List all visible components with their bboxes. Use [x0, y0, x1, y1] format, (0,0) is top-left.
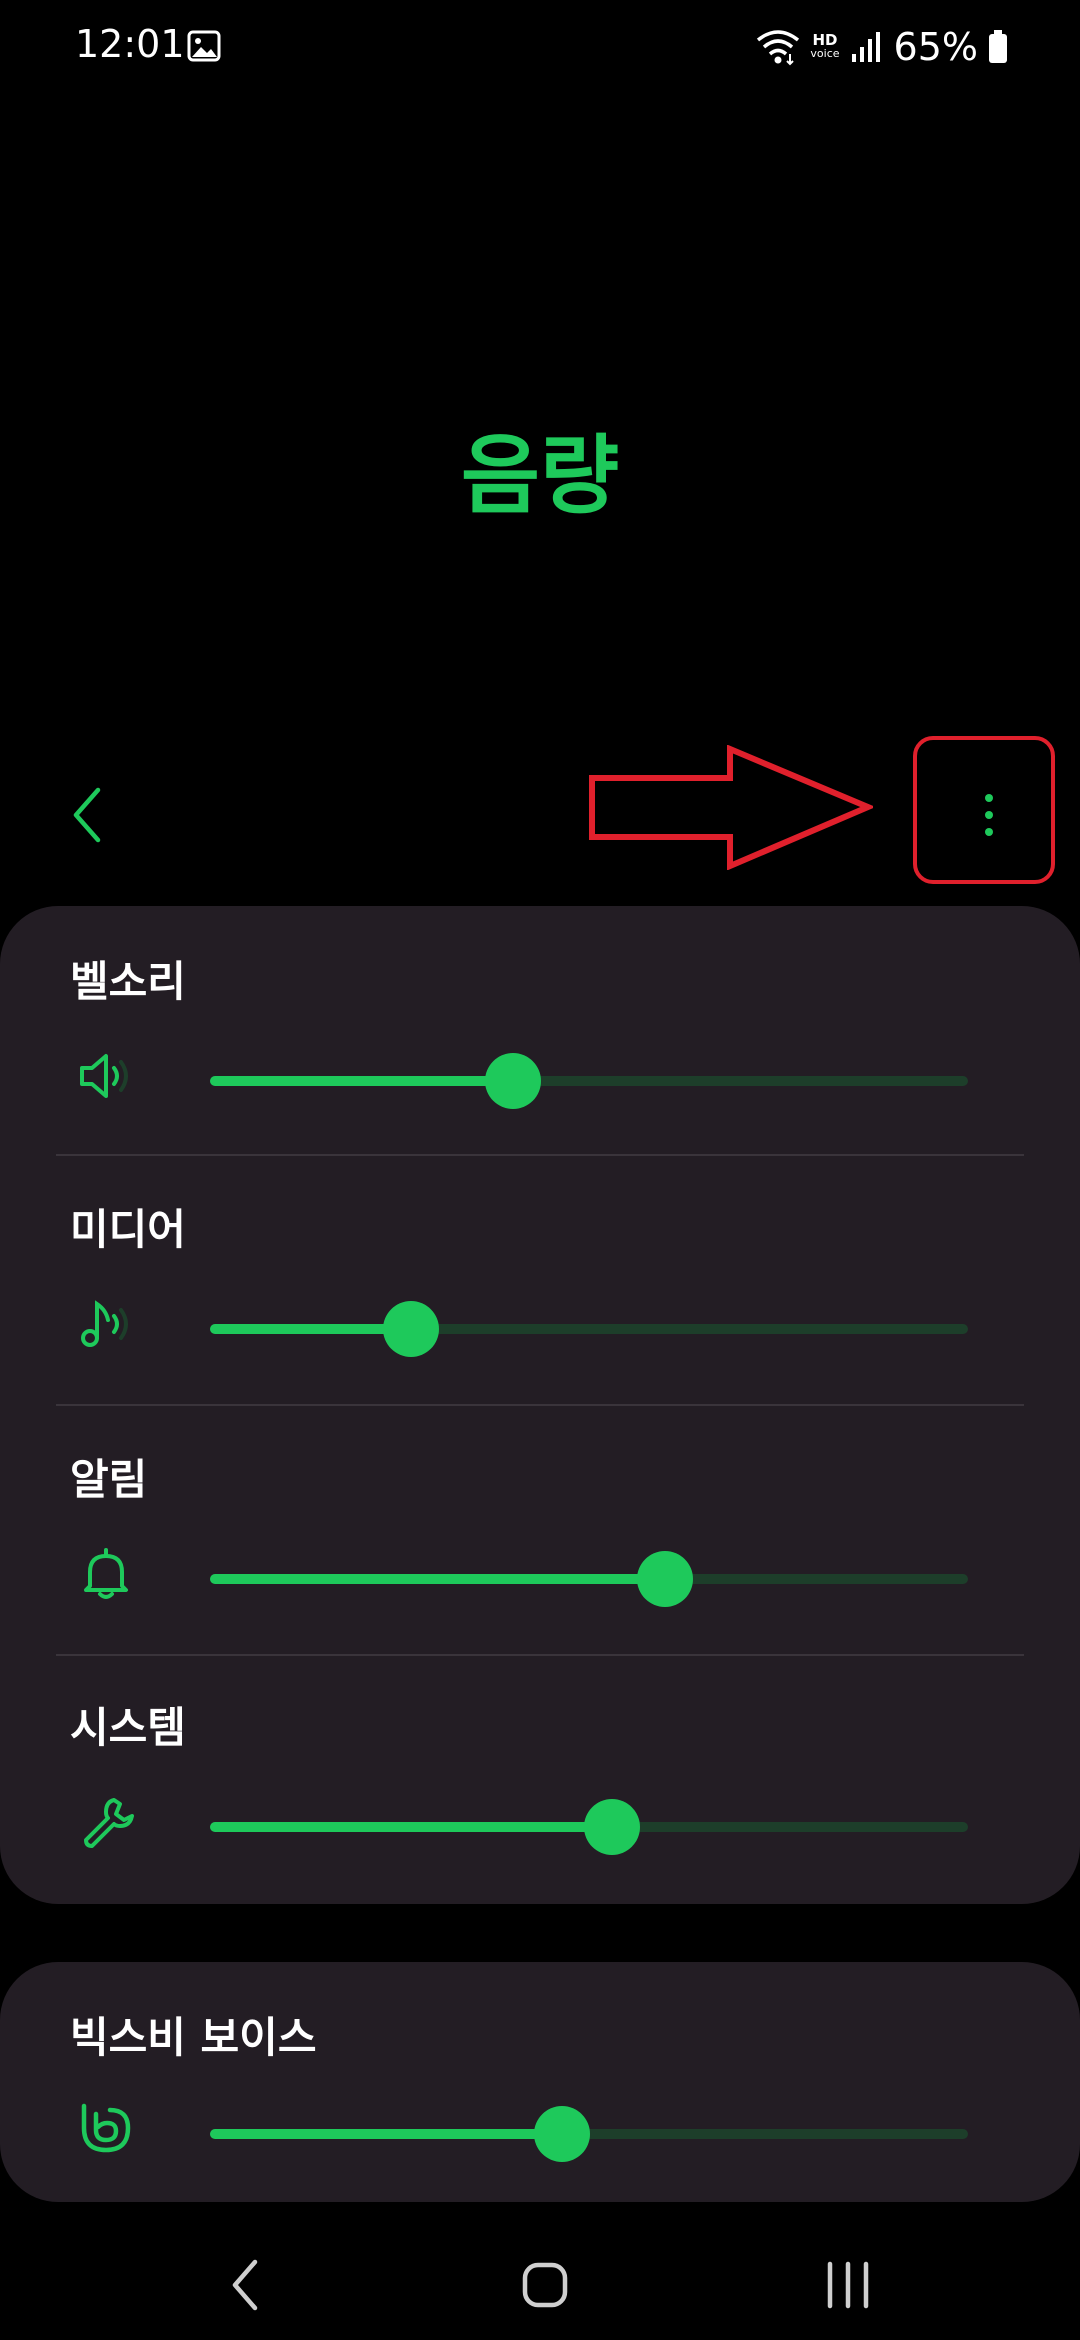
notification-slider[interactable] — [210, 1551, 968, 1607]
music-note-icon[interactable] — [76, 1294, 136, 1354]
more-options-button[interactable] — [967, 790, 1011, 840]
nav-recents-icon[interactable] — [808, 2250, 888, 2320]
more-dot-icon — [985, 811, 993, 819]
bell-icon[interactable] — [76, 1544, 136, 1604]
divider — [56, 1154, 1024, 1156]
more-dot-icon — [985, 794, 993, 802]
more-dot-icon — [985, 828, 993, 836]
system-label: 시스템 — [70, 1703, 186, 1752]
wifi-icon — [757, 30, 800, 66]
volume-card: 벨소리 미디어 알림 시스템 — [0, 906, 1080, 1904]
bixby-voice-label: 빅스비 보이스 — [70, 2013, 317, 2062]
ringtone-label: 벨소리 — [70, 957, 186, 1006]
slider-thumb[interactable] — [534, 2106, 591, 2162]
wrench-icon[interactable] — [76, 1792, 136, 1852]
slider-fill — [210, 1076, 514, 1086]
ringtone-slider[interactable] — [210, 1053, 968, 1109]
slider-fill — [210, 1574, 665, 1584]
slider-fill — [210, 2129, 563, 2139]
media-slider[interactable] — [210, 1301, 968, 1357]
notification-label: 알림 — [70, 1455, 148, 1504]
nav-home-icon[interactable] — [505, 2250, 585, 2320]
slider-thumb[interactable] — [382, 1301, 439, 1357]
slider-thumb[interactable] — [636, 1551, 693, 1607]
slider-fill — [210, 1822, 612, 1832]
divider — [56, 1404, 1024, 1406]
media-label: 미디어 — [70, 1205, 186, 1254]
battery-percent: 65% — [893, 25, 978, 69]
signal-icon — [851, 32, 880, 62]
bixby-slider[interactable] — [210, 2106, 968, 2162]
slider-thumb[interactable] — [583, 1799, 640, 1855]
page-title: 음량 — [460, 426, 620, 526]
status-bar: 12:01 HD voice 65% — [0, 0, 1080, 95]
slider-thumb[interactable] — [485, 1053, 542, 1109]
navigation-bar — [0, 2230, 1080, 2340]
speaker-icon[interactable] — [76, 1046, 136, 1106]
system-slider[interactable] — [210, 1799, 968, 1855]
bixby-card: 빅스비 보이스 — [0, 1962, 1080, 2202]
hd-voice-indicator: HD voice — [810, 33, 839, 61]
annotation-arrow-icon — [589, 745, 873, 870]
battery-icon — [989, 30, 1007, 63]
status-time: 12:01 — [75, 22, 185, 66]
back-button[interactable] — [68, 785, 108, 845]
nav-back-icon[interactable] — [205, 2250, 285, 2320]
gallery-notification-icon — [187, 30, 221, 62]
bixby-icon[interactable] — [76, 2098, 136, 2158]
slider-fill — [210, 1324, 411, 1334]
divider — [56, 1654, 1024, 1656]
voice-label: voice — [810, 47, 840, 60]
